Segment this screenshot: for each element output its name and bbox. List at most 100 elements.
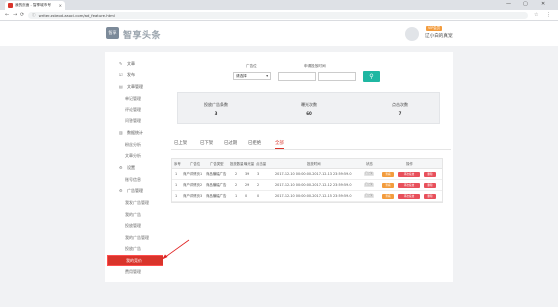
sidebar-item[interactable]: 我发广告管理	[105, 197, 163, 208]
bookmark-star-icon[interactable]: ☆	[534, 12, 538, 18]
browser-tab[interactable]: 我的页面 - 智享城市号 ×	[5, 1, 65, 10]
sidebar-item[interactable]: 费用管理	[105, 266, 163, 277]
sidebar-item[interactable]: 账号信息	[105, 174, 163, 185]
favicon-icon	[8, 3, 13, 8]
sidebar-item[interactable]: ✎ 文章	[105, 58, 163, 69]
stat-value: 3	[214, 111, 218, 116]
maximize-icon[interactable]: ▢	[523, 1, 528, 7]
stat-views: 曝光次数 60	[279, 102, 339, 116]
header-cell: 序号	[174, 162, 181, 166]
tab-expired[interactable]: 已过期	[224, 140, 237, 146]
ad-position-value: 请选择	[236, 74, 247, 78]
table-cell-time: 2017-12-10 00:00:00-2017-12-15 23:59:59.…	[275, 194, 352, 198]
sidebar-item[interactable]: 文章分析	[105, 150, 163, 161]
table-cell-position: 商户详情页1	[183, 172, 203, 176]
sidebar-item-label: 我的广告	[125, 211, 141, 217]
view-button[interactable]: 查看	[382, 193, 394, 199]
search-icon: ⚲	[369, 73, 374, 80]
minimize-icon[interactable]: —	[506, 1, 511, 7]
stat-label: 点击次数	[392, 102, 408, 107]
search-button[interactable]: ⚲	[363, 71, 380, 82]
delete-button[interactable]: 删除	[424, 193, 436, 199]
table-cell-views: 29	[245, 183, 250, 187]
forward-icon[interactable]: →	[13, 12, 17, 18]
sidebar-item[interactable]: ⚙ 广告管理	[105, 185, 163, 196]
table-row: 1 商户详情页2 商品横幅广告 2 29 2 2017-12-10 00:00:00-201…	[172, 180, 442, 191]
status-badge: 已上架	[364, 183, 374, 187]
tab-all[interactable]: 全部	[275, 140, 284, 149]
table-cell-views: 0	[245, 194, 248, 198]
view-button[interactable]: 查看	[382, 171, 394, 177]
sidebar-item[interactable]: 我的广告	[105, 209, 163, 220]
table-cell-clicks: 2	[257, 183, 260, 187]
header-cell: 曝光量	[244, 162, 255, 166]
address-bar[interactable]: ⓘ writer.zsteod.zaoci.com/ad_feature.htm…	[28, 12, 528, 19]
logo-mark: 智享	[106, 27, 119, 39]
sidebar-item[interactable]: 投放广告	[105, 243, 163, 254]
sidebar-item[interactable]: ▤ 文章管理	[105, 81, 163, 92]
close-window-icon[interactable]: ✕	[541, 1, 545, 7]
user-badge: VIP会员	[426, 26, 443, 31]
redeploy-button[interactable]: 再次投放	[398, 193, 420, 199]
avatar[interactable]	[405, 27, 419, 41]
browser-tabstrip: 我的页面 - 智享城市号 × — ▢ ✕	[0, 0, 558, 10]
sidebar-item[interactable]: 我的广告管理	[105, 232, 163, 243]
ad-position-select[interactable]: 请选择 ▾	[233, 72, 271, 80]
start-date-input[interactable]	[278, 72, 316, 81]
redeploy-button[interactable]: 再次投放	[398, 182, 420, 188]
stat-label: 投放广告条数	[204, 102, 228, 107]
table-cell-qty: 2	[235, 183, 238, 187]
sidebar-item-label: 发布	[127, 71, 135, 77]
table-body: 1 商户详情页1 商品横幅广告 2 39 3 2017-12-10 00:00:00-201…	[172, 169, 442, 202]
sidebar-item-label: 我发广告管理	[125, 199, 149, 205]
back-icon[interactable]: ←	[5, 12, 9, 18]
tab-listed[interactable]: 已上架	[174, 140, 187, 146]
sidebar-item-label: 数据统计	[127, 129, 143, 135]
end-date-input[interactable]	[318, 72, 356, 81]
sidebar-item-label: 广告管理	[127, 187, 143, 193]
table-header: 序号 广告位 广告类型 投放数量 曝光量 点击量 投放时间 状态 操作	[172, 159, 442, 169]
sidebar-item-label: 投放管理	[125, 222, 141, 228]
sidebar-item-label: 评论管理	[125, 106, 141, 112]
header-cell: 投放数量	[230, 162, 244, 166]
table-cell-time: 2017-12-10 00:00:00-2017-12-13 23:59:59.…	[275, 172, 352, 176]
user-name[interactable]: 辽小白的真宠	[425, 33, 453, 39]
sidebar-item[interactable]: 问答管理	[105, 115, 163, 126]
delete-button[interactable]: 删除	[424, 171, 436, 177]
stat-value: 60	[306, 111, 312, 116]
table-cell-position: 商户详情页3	[183, 194, 203, 198]
delete-button[interactable]: 删除	[424, 182, 436, 188]
sidebar-item[interactable]: 投放管理	[105, 220, 163, 231]
tab-rejected[interactable]: 已拒绝	[248, 140, 261, 146]
sidebar-item[interactable]: ▥ 数据统计	[105, 127, 163, 138]
reload-icon[interactable]: ⟳	[20, 12, 24, 18]
table-cell-no: 1	[175, 183, 178, 187]
table-row: 1 商户详情页1 商品横幅广告 2 39 3 2017-12-10 00:00:00-201…	[172, 169, 442, 180]
view-button[interactable]: 查看	[382, 182, 394, 188]
table-cell-time: 2017-12-10 00:00:00-2017-12-12 23:59:59.…	[275, 183, 352, 187]
sidebar-item-label: 投放广告	[125, 245, 141, 251]
sidebar-item[interactable]: 粉丝分析	[105, 139, 163, 150]
stat-value: 7	[398, 111, 402, 116]
sidebar-item[interactable]: ☑ 发布	[105, 69, 163, 80]
browser-menu-icon[interactable]: ⋮	[546, 12, 551, 18]
tab-close-icon[interactable]: ×	[59, 3, 62, 8]
sidebar-item[interactable]: 评论管理	[105, 104, 163, 115]
stats-panel: 投放广告条数 3 曝光次数 60 点击次数 7	[177, 92, 440, 124]
browser-toolbar: ← → ⟳ ⓘ writer.zsteod.zaoci.com/ad_featu…	[0, 10, 558, 21]
header-cell: 广告位	[190, 162, 201, 166]
status-badge: 已上架	[364, 194, 374, 198]
header-cell: 状态	[366, 162, 373, 166]
redeploy-button[interactable]: 再次投放	[398, 171, 420, 177]
logo-text: 智享头条	[123, 31, 162, 41]
sidebar-item[interactable]: 我的竞价	[107, 255, 164, 266]
sidebar-item[interactable]: ⚙ 设置	[105, 162, 163, 173]
stat-ad-count: 投放广告条数 3	[186, 102, 246, 116]
table-cell-views: 39	[245, 172, 250, 176]
sidebar-item-label: 问答管理	[125, 117, 141, 123]
stat-clicks: 点击次数 7	[370, 102, 430, 116]
sidebar-item[interactable]: 单记管理	[105, 93, 163, 104]
sidebar-item-icon: ▤	[119, 84, 123, 89]
sidebar-item-icon: ⚙	[119, 188, 123, 193]
tab-delisted[interactable]: 已下架	[200, 140, 213, 146]
